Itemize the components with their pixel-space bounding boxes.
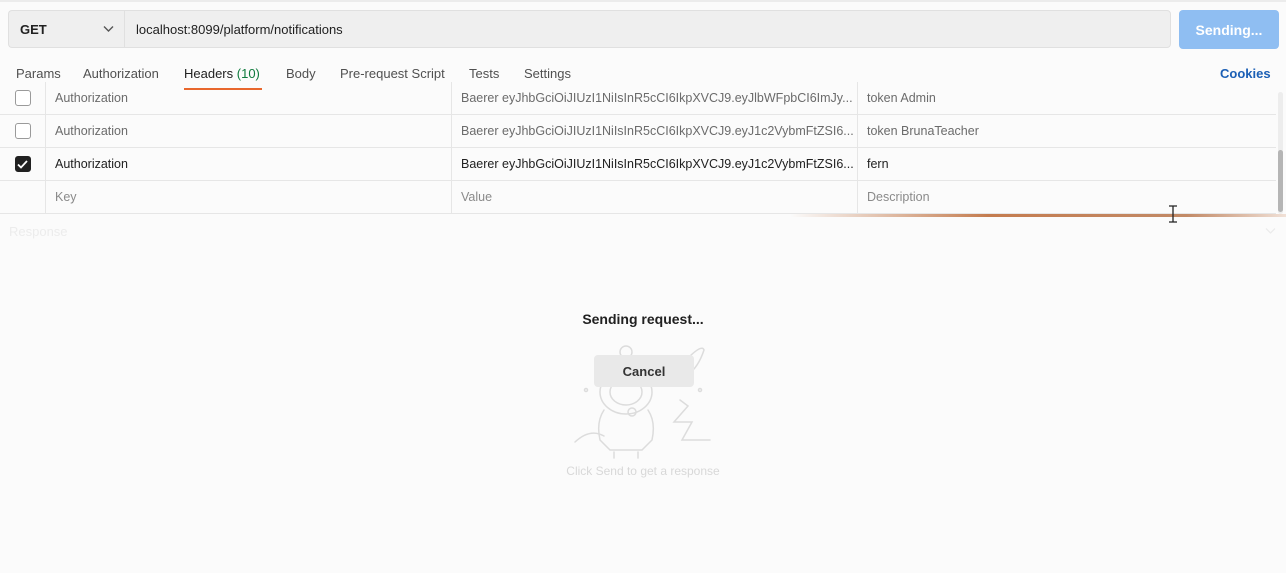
table-scrollbar-thumb[interactable]: [1278, 150, 1283, 212]
send-label: Sending...: [1195, 21, 1263, 38]
send-button[interactable]: Sending...: [1179, 10, 1279, 49]
check-icon: [17, 159, 28, 169]
description-input[interactable]: Description: [858, 181, 1276, 213]
row-checkbox-cell: [0, 115, 46, 147]
url-input[interactable]: localhost:8099/platform/notifications: [124, 10, 1171, 48]
table-row: Authorization Baerer eyJhbGciOiJIUzI1NiI…: [0, 115, 1276, 148]
pane-resize-handle[interactable]: [790, 214, 1286, 217]
tab-headers-label: Headers: [184, 66, 234, 81]
sending-request-text: Sending request...: [582, 311, 704, 327]
value-input[interactable]: Value: [452, 181, 858, 213]
top-border: [0, 0, 1286, 2]
text-cursor-icon: [1169, 205, 1177, 223]
tab-pre-request-script[interactable]: Pre-request Script: [340, 66, 445, 81]
header-value[interactable]: Baerer eyJhbGciOiJIUzI1NiIsInR5cCI6IkpXV…: [452, 115, 858, 147]
response-hint: Click Send to get a response: [566, 464, 720, 478]
tab-headers-count: (10): [236, 66, 260, 81]
header-value[interactable]: Baerer eyJhbGciOiJIUzI1NiIsInR5cCI6IkpXV…: [452, 82, 858, 114]
header-description[interactable]: token BrunaTeacher: [858, 115, 1276, 147]
row-checkbox-cell: [0, 181, 46, 213]
response-label: Response: [9, 224, 68, 239]
header-key[interactable]: Authorization: [46, 115, 452, 147]
tab-body[interactable]: Body: [286, 66, 316, 81]
row-checkbox-cell: [0, 82, 46, 114]
header-key[interactable]: Authorization: [46, 148, 452, 180]
cancel-label: Cancel: [622, 363, 666, 379]
table-row: Authorization Baerer eyJhbGciOiJIUzI1NiI…: [0, 148, 1276, 181]
header-description[interactable]: token Admin: [858, 82, 1276, 114]
row-checkbox-cell: [0, 148, 46, 180]
tab-tests[interactable]: Tests: [469, 66, 499, 81]
chevron-down-icon[interactable]: [1265, 227, 1276, 235]
header-key[interactable]: Authorization: [46, 82, 452, 114]
row-checkbox-checked[interactable]: [14, 156, 31, 172]
method-label: GET: [20, 21, 47, 37]
row-checkbox[interactable]: [14, 123, 31, 139]
cancel-button[interactable]: Cancel: [594, 355, 694, 387]
tab-settings[interactable]: Settings: [524, 66, 571, 81]
header-value[interactable]: Baerer eyJhbGciOiJIUzI1NiIsInR5cCI6IkpXV…: [452, 148, 858, 180]
tab-headers[interactable]: Headers (10): [184, 66, 260, 81]
table-row-new: Key Value Description: [0, 181, 1276, 214]
chevron-down-icon: [103, 26, 114, 32]
header-description[interactable]: fern: [858, 148, 1276, 180]
key-input[interactable]: Key: [46, 181, 452, 213]
cookies-link[interactable]: Cookies: [1220, 66, 1271, 81]
row-checkbox[interactable]: [14, 90, 31, 106]
tab-params[interactable]: Params: [16, 66, 61, 81]
table-row: Authorization Baerer eyJhbGciOiJIUzI1NiI…: [0, 82, 1276, 115]
method-select[interactable]: GET: [8, 10, 124, 48]
url-text: localhost:8099/platform/notifications: [136, 21, 343, 37]
tab-authorization[interactable]: Authorization: [83, 66, 159, 81]
